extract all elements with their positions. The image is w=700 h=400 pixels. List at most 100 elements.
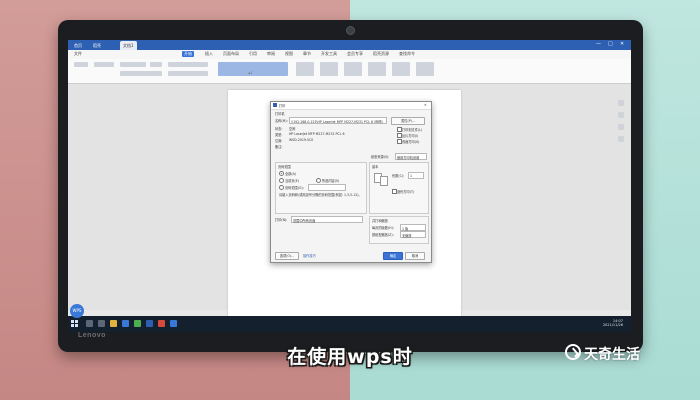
properties-button[interactable]: 属性(P)...	[391, 117, 425, 125]
laptop-screen: 首页 稻壳 文档1 — □ ✕ 文件 开始 插入 页面布局 引用 审阅 视图 章…	[68, 40, 631, 332]
webcam-icon	[346, 26, 355, 35]
ribbon-toolbar	[68, 59, 631, 84]
menu-search[interactable]: 查找命令	[399, 51, 415, 57]
paste-button[interactable]	[74, 62, 88, 67]
paragraph-group[interactable]	[168, 62, 208, 67]
close-button[interactable]: ✕	[620, 41, 624, 47]
ok-button[interactable]: 确定	[383, 252, 403, 260]
watermark-text: 天奇生活	[584, 347, 640, 363]
menu-member[interactable]: 会员专享	[347, 51, 363, 57]
file-explorer-icon[interactable]	[110, 320, 117, 327]
menu-file[interactable]: 文件	[74, 51, 82, 57]
printer-section-label: 打印机	[275, 112, 285, 116]
menu-resources[interactable]: 稻壳资源	[373, 51, 389, 57]
all-pages-label: 全部(A)	[285, 172, 297, 176]
page-range-hint: 请键入页码和/或用逗号分隔的页码范围(例如: 1,3,5-12)。	[279, 193, 362, 197]
find-replace-button[interactable]	[320, 62, 338, 76]
doc-assistant-button[interactable]	[392, 62, 410, 76]
task-view-icon[interactable]	[98, 320, 105, 327]
tab-home[interactable]: 首页	[71, 41, 85, 50]
page-range-label: 页码范围	[278, 165, 291, 169]
options-button[interactable]: 选项(O)...	[275, 252, 299, 260]
type-label: 类型:	[275, 133, 283, 137]
font-style-group[interactable]	[120, 71, 162, 76]
menu-chapter[interactable]: 章节	[303, 51, 311, 57]
menu-developer[interactable]: 开发工具	[321, 51, 337, 57]
dialog-title: 打印	[279, 104, 286, 108]
copies-label: 份数(C):	[392, 174, 405, 178]
side-tool-icon[interactable]	[618, 100, 624, 106]
paper-source-label: 纸张来源(S):	[371, 155, 390, 159]
page-range-radio[interactable]	[279, 185, 284, 190]
page-range-input[interactable]	[308, 184, 346, 191]
dialog-title-bar: 打印 ✕	[271, 102, 431, 110]
select-button[interactable]	[344, 62, 362, 76]
printer-name-label: 名称(M):	[275, 119, 288, 123]
scale-label: 按纸型缩放(Z):	[372, 233, 394, 237]
print-what-select[interactable]: 范围中所有页面	[291, 216, 363, 223]
copies-group-label: 副本	[372, 165, 379, 169]
menu-view[interactable]: 视图	[285, 51, 293, 57]
printer-icon	[273, 103, 277, 107]
browser-icon[interactable]	[122, 320, 129, 327]
watermark-logo-icon	[565, 344, 581, 360]
text-tool-button[interactable]	[296, 62, 314, 76]
side-tool-icon[interactable]	[618, 112, 624, 118]
current-page-radio[interactable]	[279, 178, 284, 183]
format-painter-button[interactable]	[94, 62, 114, 67]
font-size-select[interactable]	[150, 62, 162, 67]
wps-floating-button[interactable]: WPS	[70, 304, 84, 318]
scale-select[interactable]: 无缩放	[400, 231, 426, 238]
maximize-button[interactable]: □	[608, 41, 613, 47]
menu-home[interactable]: 开始	[182, 51, 194, 57]
current-page-label: 当前页(E)	[285, 179, 300, 183]
laptop-brand: Lenovo	[78, 332, 106, 339]
pages-per-sheet-select[interactable]: 1 版	[400, 224, 426, 231]
collate-label: 逐份打印(T)	[397, 190, 415, 194]
printer-name-select[interactable]: \\192.168.0.125\HP LaserJet MFP M227-M23…	[289, 117, 387, 124]
tab-docer[interactable]: 稻壳	[90, 41, 104, 50]
wps-title-bar: 首页 稻壳 文档1 — □ ✕	[68, 40, 631, 50]
windows-start-icon[interactable]	[71, 320, 78, 327]
print-dialog: 打印 ✕ 打印机 名称(M): \\192.168.0.125\HP Laser…	[270, 101, 432, 263]
alignment-group[interactable]	[168, 71, 208, 76]
side-tool-icon[interactable]	[618, 124, 624, 130]
insertion-cursor-icon: ↵	[248, 70, 254, 77]
dialog-close-icon[interactable]: ✕	[424, 103, 427, 107]
tips-link[interactable]: 操作技巧	[303, 253, 316, 258]
where-value: WSD-2019-5C0	[289, 138, 314, 142]
menu-review[interactable]: 审阅	[267, 51, 275, 57]
reverse-order-label: 反片打印(I)	[402, 134, 419, 138]
duplex-label: 双面打印(X)	[402, 140, 420, 144]
status-label: 状态:	[275, 127, 283, 131]
taskbar-clock[interactable]: 14:07 2021/11/26	[603, 319, 623, 327]
search-icon[interactable]	[86, 320, 93, 327]
menu-insert[interactable]: 插入	[205, 51, 213, 57]
selection-radio[interactable]	[316, 178, 321, 183]
collate-illustration-icon	[374, 171, 388, 187]
comment-label: 备注:	[275, 145, 283, 149]
app-icon[interactable]	[146, 320, 153, 327]
copies-input[interactable]: 1	[408, 172, 424, 179]
all-pages-radio[interactable]	[279, 171, 284, 176]
status-value: 空闲	[289, 127, 296, 131]
minimize-button[interactable]: —	[596, 41, 601, 47]
wps-taskbar-icon[interactable]	[158, 320, 165, 327]
where-label: 位置:	[275, 139, 283, 143]
tab-document[interactable]: 文档1	[120, 41, 137, 50]
layout-button[interactable]	[368, 62, 386, 76]
paper-source-select[interactable]: 使用打印机设置	[395, 153, 427, 160]
font-family-select[interactable]	[120, 62, 146, 67]
selection-label: 所选内容(S)	[322, 179, 340, 183]
translate-button[interactable]	[416, 62, 434, 76]
cancel-button[interactable]: 取消	[405, 252, 425, 260]
windows-taskbar: 14:07 2021/11/26	[68, 316, 631, 332]
page-range-group: 页码范围 全部(A) 当前页(E) 所选内容(S) 页码范围(G): 请键入页码…	[275, 162, 367, 214]
app-icon[interactable]	[170, 320, 177, 327]
page-range-field-label: 页码范围(G):	[285, 186, 304, 190]
menu-references[interactable]: 引用	[249, 51, 257, 57]
menu-layout[interactable]: 页面布局	[223, 51, 239, 57]
print-to-file-label: 打印到文件(L)	[402, 128, 423, 132]
wechat-icon[interactable]	[134, 320, 141, 327]
side-tool-icon[interactable]	[618, 136, 624, 142]
